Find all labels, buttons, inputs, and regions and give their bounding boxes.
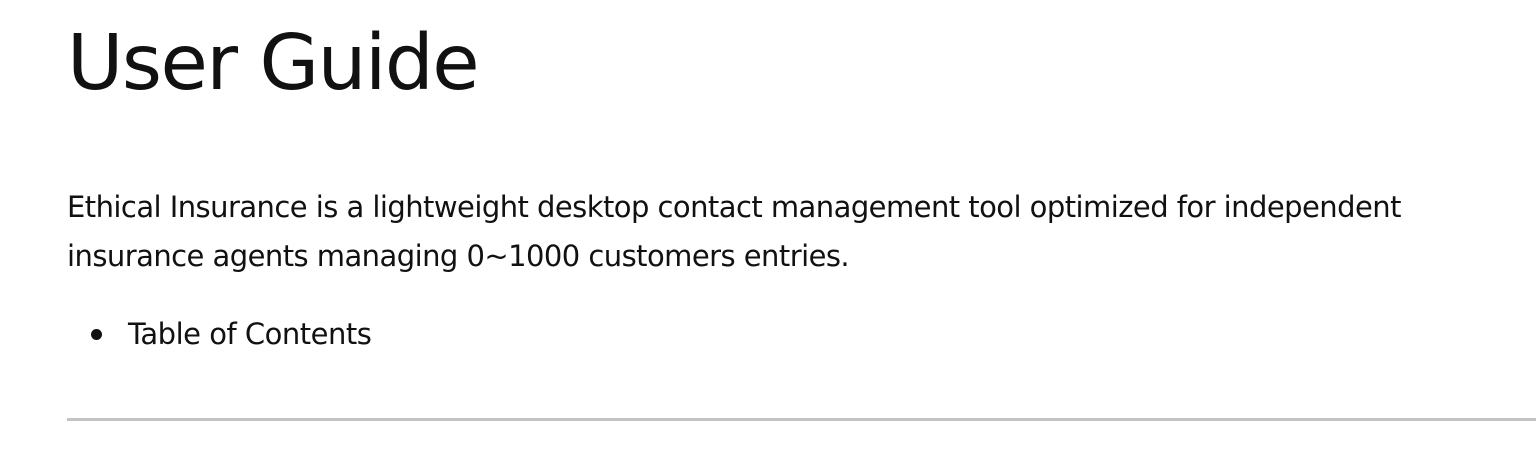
toc-item-label: Table of Contents xyxy=(128,317,372,351)
bullet-icon xyxy=(91,329,102,340)
list-item-table-of-contents[interactable]: Table of Contents xyxy=(67,312,372,356)
page-title: User Guide xyxy=(67,19,480,108)
intro-paragraph: Ethical Insurance is a lightweight deskt… xyxy=(67,190,1401,273)
toc-list: Table of Contents xyxy=(67,312,372,356)
horizontal-divider xyxy=(67,418,1536,421)
